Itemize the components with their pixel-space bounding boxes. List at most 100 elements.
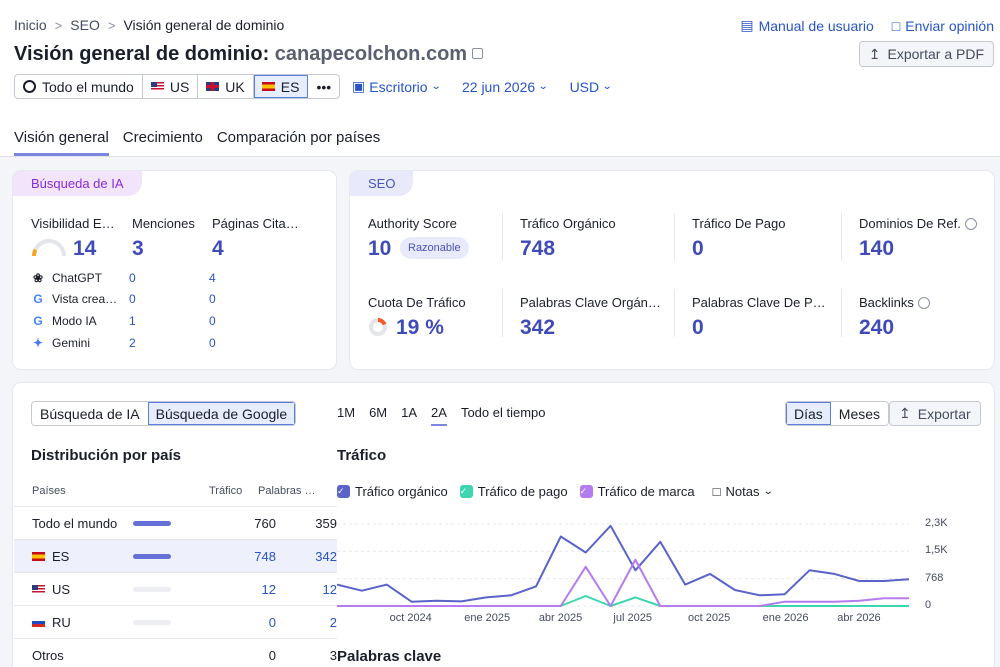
granularity-days[interactable]: Días [786, 402, 831, 425]
device-select[interactable]: ▣ Escritorio ⌄ [352, 78, 442, 95]
db-es-label: ES [280, 78, 300, 95]
ai-row-pages[interactable]: 0 [209, 314, 216, 328]
backlinks-label: Backlinks [859, 295, 914, 310]
breadcrumb-current: Visión general de dominio [123, 17, 285, 33]
db-worldwide[interactable]: Todo el mundo [15, 75, 143, 98]
date-select[interactable]: 22 jun 2026 ⌄ [462, 78, 549, 95]
ai-row-pages[interactable]: 4 [209, 271, 216, 285]
refdomains-value[interactable]: 140 [859, 237, 894, 261]
period-1a[interactable]: 1A [401, 405, 417, 426]
chart-series [337, 524, 910, 607]
db-uk-label: UK [225, 78, 245, 95]
tab-overview[interactable]: Visión general [14, 129, 109, 156]
top-header: Inicio > SEO > Visión general de dominio… [0, 0, 1000, 157]
export-pdf-button[interactable]: ↥ Exportar a PDF [858, 41, 994, 67]
feedback-link[interactable]: □ Enviar opinión [892, 17, 994, 34]
book-icon: ▤ [740, 17, 754, 33]
ai-row-pages[interactable]: 0 [209, 292, 216, 306]
authority-value[interactable]: 10 [368, 237, 391, 261]
series-line-0[interactable] [337, 524, 910, 603]
legend-brand[interactable]: ✓ Tráfico de marca [579, 484, 695, 499]
es-flag-icon [261, 82, 275, 91]
device-value: Escritorio [369, 78, 428, 95]
info-globe-icon[interactable] [917, 296, 930, 309]
table-row[interactable]: RU 0 2 [14, 605, 337, 638]
ai-row-mentions[interactable]: 0 [129, 271, 209, 285]
series-line-2[interactable] [337, 558, 909, 607]
ai-row-mentions[interactable]: 0 [129, 292, 209, 306]
tab-growth[interactable]: Crecimiento [123, 129, 203, 156]
ai-row-mentions[interactable]: 2 [129, 336, 209, 350]
country-traffic[interactable]: 748 [219, 549, 276, 564]
legend-paid[interactable]: ✓ Tráfico de pago [459, 484, 568, 499]
notes-dropdown[interactable]: □ Notas ⌄ [713, 484, 774, 499]
orgkw-value[interactable]: 342 [520, 316, 555, 340]
traffic-share-donut-icon [369, 318, 387, 336]
chevron-down-icon: ⌄ [430, 81, 442, 92]
database-selector: Todo el mundo US UK ES ••• [14, 74, 341, 99]
period-6m[interactable]: 6M [369, 405, 387, 426]
share-fill [133, 520, 172, 526]
tab-country-comparison[interactable]: Comparación por países [217, 129, 380, 156]
ai-row-mentions[interactable]: 1 [129, 314, 209, 328]
domain-name[interactable]: canapecolchon.com [275, 43, 467, 65]
country-name: RU [52, 614, 71, 630]
more-databases-button[interactable]: ••• [308, 75, 339, 98]
period-1m[interactable]: 1M [337, 405, 355, 426]
legend-organic[interactable]: ✓ Tráfico orgánico [337, 484, 448, 499]
country-keywords[interactable]: 2 [276, 615, 337, 630]
country-keywords[interactable]: 12 [276, 582, 337, 597]
x-tick-label: ene 2025 [464, 612, 511, 624]
seo-pill: SEO [350, 171, 414, 196]
legend-paid-label: Tráfico de pago [477, 484, 568, 499]
organic-value[interactable]: 748 [520, 237, 555, 261]
db-uk[interactable]: UK [198, 75, 254, 98]
share-label: Cuota De Tráfico [368, 295, 466, 310]
ai-visibility-value[interactable]: 14 [73, 237, 96, 261]
external-link-icon[interactable] [472, 48, 484, 59]
period-selector: 1M 6M 1A 2A Todo el tiempo [337, 405, 546, 426]
export-chart-button[interactable]: ↥ Exportar [889, 401, 981, 426]
switch-ai-search[interactable]: Búsqueda de IA [32, 402, 148, 425]
ai-pages-value[interactable]: 4 [212, 237, 224, 261]
breadcrumb-home[interactable]: Inicio [14, 17, 47, 33]
table-row[interactable]: Todo el mundo 760 359 [14, 506, 337, 539]
ai-mentions-value[interactable]: 3 [132, 237, 144, 261]
table-row[interactable]: ES 748 342 [14, 539, 337, 572]
paid-value[interactable]: 0 [692, 237, 704, 261]
share-value[interactable]: 19 % [396, 316, 444, 340]
country-traffic[interactable]: 12 [219, 582, 276, 597]
country-name: Otros [32, 647, 64, 663]
gemini-icon: ✦ [32, 336, 44, 350]
granularity-months[interactable]: Meses [830, 402, 889, 425]
traffic-share-bar [133, 586, 219, 592]
db-es[interactable]: ES [253, 75, 309, 98]
info-globe-icon[interactable] [964, 217, 977, 230]
db-us[interactable]: US [143, 75, 199, 98]
legend-organic-label: Tráfico orgánico [355, 484, 448, 499]
export-chart-label: Exportar [917, 405, 971, 422]
period-2a[interactable]: 2A [431, 405, 447, 426]
traffic-chart[interactable] [337, 520, 917, 610]
table-row[interactable]: Otros 0 3 [14, 638, 337, 667]
paidkw-value[interactable]: 0 [692, 316, 704, 340]
paid-label: Tráfico De Pago [692, 216, 786, 231]
y-tick-label: 0 [925, 599, 932, 611]
country-traffic[interactable]: 0 [219, 615, 276, 630]
currency-select[interactable]: USD ⌄ [570, 78, 613, 95]
col-header-country: Países [32, 485, 66, 497]
backlinks-heading: Backlinks [859, 295, 930, 310]
table-row[interactable]: US 12 12 [14, 572, 337, 605]
period-all[interactable]: Todo el tiempo [461, 405, 546, 426]
country-keywords[interactable]: 342 [276, 549, 337, 564]
refdomains-label: Dominios De Ref. [859, 216, 961, 231]
breadcrumb-seo[interactable]: SEO [70, 17, 100, 33]
switch-google-search[interactable]: Búsqueda de Google [147, 402, 296, 425]
backlinks-value[interactable]: 240 [859, 316, 894, 340]
x-tick-label: oct 2024 [389, 612, 432, 624]
export-pdf-label: Exportar a PDF [887, 46, 984, 62]
refdomains-heading: Dominios De Ref. [859, 216, 977, 231]
ai-row-pages[interactable]: 0 [209, 336, 216, 350]
user-manual-link[interactable]: ▤ Manual de usuario [740, 17, 873, 34]
traffic-share-bar [133, 553, 219, 559]
